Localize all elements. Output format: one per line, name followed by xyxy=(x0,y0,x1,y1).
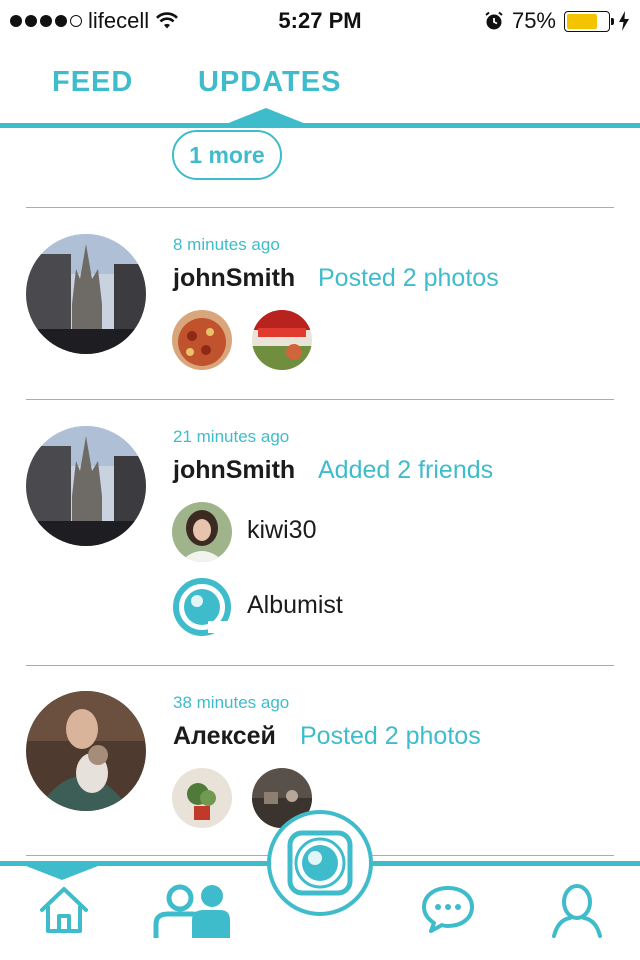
update-time: 38 minutes ago xyxy=(173,693,290,712)
friends-icon[interactable] xyxy=(152,882,232,940)
tab-updates[interactable]: UPDATES xyxy=(198,66,341,99)
tabs-underline xyxy=(0,123,640,128)
update-username[interactable]: johnSmith xyxy=(173,264,295,293)
photo-thumbnail[interactable] xyxy=(252,310,312,370)
update-time: 8 minutes ago xyxy=(173,235,280,254)
camera-icon xyxy=(287,830,353,896)
divider xyxy=(26,207,614,208)
alarm-icon xyxy=(485,11,503,30)
battery-icon xyxy=(564,10,614,32)
more-updates-button[interactable]: 1 more xyxy=(172,130,282,180)
active-nav-indicator xyxy=(26,866,98,880)
camera-button[interactable] xyxy=(267,810,373,916)
home-icon[interactable] xyxy=(38,884,90,936)
friend-avatar[interactable] xyxy=(172,502,232,562)
divider xyxy=(26,399,614,400)
update-username[interactable]: Алексей xyxy=(173,722,276,751)
update-username[interactable]: johnSmith xyxy=(173,456,295,485)
status-bar: lifecell 5:27 PM 75% xyxy=(0,0,640,40)
albumist-logo-icon[interactable] xyxy=(172,577,232,637)
active-tab-indicator xyxy=(226,108,306,124)
update-action: Added 2 friends xyxy=(318,456,494,484)
chat-icon[interactable] xyxy=(420,884,476,934)
profile-icon[interactable] xyxy=(550,882,604,938)
top-tabs: FEED UPDATES xyxy=(0,60,640,130)
user-avatar[interactable] xyxy=(26,234,146,354)
friend-name[interactable]: Albumist xyxy=(247,591,343,620)
status-right: 75% xyxy=(484,8,630,34)
photo-thumbnail[interactable] xyxy=(172,768,232,828)
update-action: Posted 2 photos xyxy=(318,264,499,292)
charging-icon xyxy=(619,11,629,31)
battery-percent: 75% xyxy=(511,8,556,33)
user-avatar[interactable] xyxy=(26,691,146,811)
update-time: 21 minutes ago xyxy=(173,427,290,446)
tab-feed[interactable]: FEED xyxy=(52,66,133,99)
user-avatar[interactable] xyxy=(26,426,146,546)
friend-name[interactable]: kiwi30 xyxy=(247,516,316,545)
update-action: Posted 2 photos xyxy=(300,722,481,750)
divider xyxy=(26,665,614,666)
photo-thumbnail[interactable] xyxy=(172,310,232,370)
